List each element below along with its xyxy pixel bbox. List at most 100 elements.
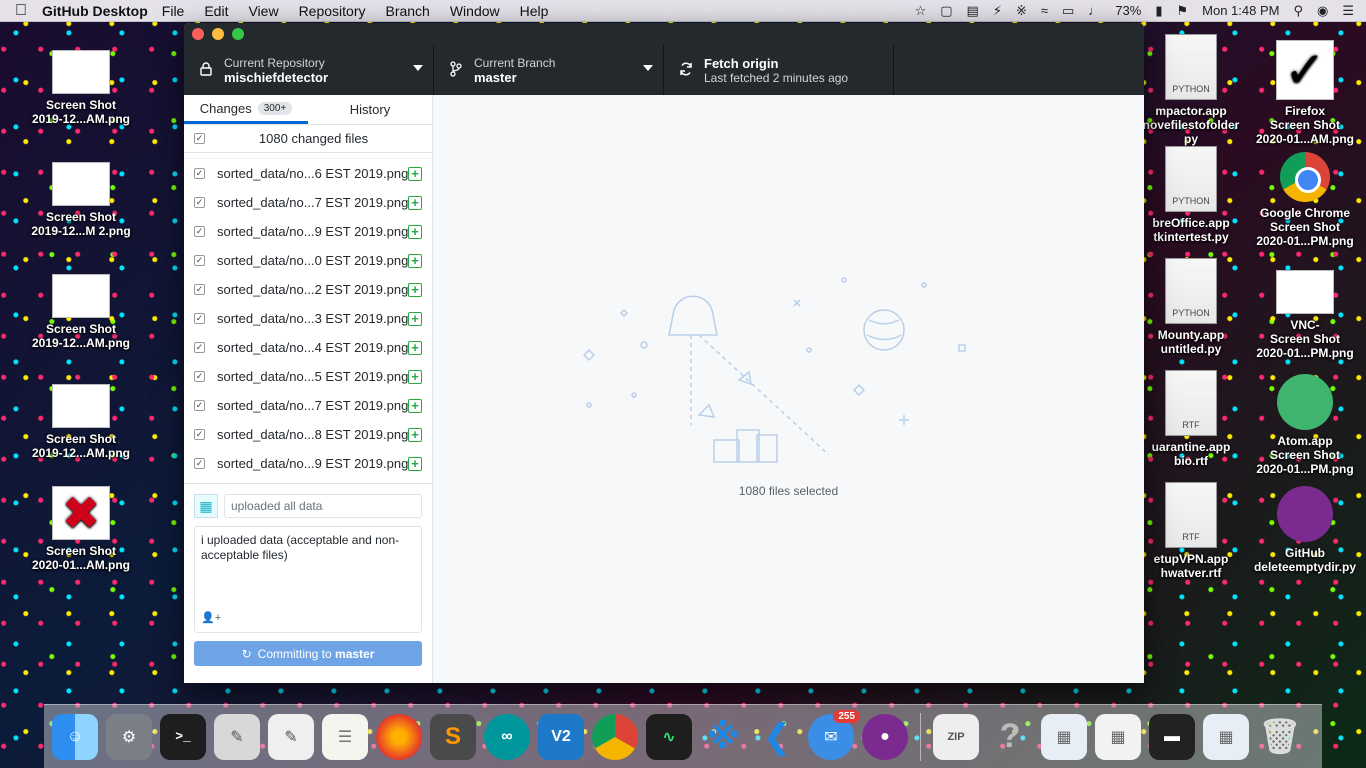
arduino-icon[interactable]: ∞: [484, 713, 530, 760]
menu-window[interactable]: Window: [450, 3, 500, 19]
box-icon[interactable]: ▢: [940, 3, 952, 19]
desktop-file[interactable]: Atom.app Screen Shot 2020-01...PM.png: [1250, 374, 1360, 476]
list-item[interactable]: ✓ sorted_data/no...9 EST 2019.png +: [184, 217, 432, 246]
question-mark-icon[interactable]: ?: [987, 714, 1033, 760]
zoom-window-button[interactable]: [232, 28, 244, 40]
list-item[interactable]: ✓ sorted_data/no...7 EST 2019.png +: [184, 391, 432, 420]
menu-repository[interactable]: Repository: [299, 3, 366, 19]
folder-stack-icon[interactable]: ▦: [1041, 713, 1087, 760]
github-desktop-icon[interactable]: ●: [862, 713, 908, 760]
file-checkbox[interactable]: ✓: [194, 313, 205, 324]
changed-files-list[interactable]: ✓ sorted_data/no...6 EST 2019.png + ✓ so…: [184, 153, 432, 483]
script-editor-icon[interactable]: ✎: [214, 713, 260, 760]
desktop-file[interactable]: Screen Shot 2019-12...AM.png: [26, 384, 136, 460]
battery-icon[interactable]: ▮: [1155, 3, 1162, 19]
textedit-icon[interactable]: ✎: [268, 713, 314, 760]
activity-monitor-icon[interactable]: ∿: [646, 713, 692, 760]
bolt-icon[interactable]: ⚡: [993, 3, 1002, 19]
mail-icon[interactable]: ✉ 255: [808, 709, 860, 760]
file-checkbox[interactable]: ✓: [194, 284, 205, 295]
desktop-file[interactable]: RTF uarantine.app bio.rtf: [1136, 370, 1246, 468]
file-checkbox[interactable]: ✓: [194, 197, 205, 208]
apple-menu-icon[interactable]: : [0, 2, 42, 20]
desktop-file[interactable]: Screen Shot 2019-12...AM.png: [26, 274, 136, 350]
menu-file[interactable]: File: [162, 3, 185, 19]
notes-icon[interactable]: ☰: [322, 713, 368, 760]
list-item[interactable]: ✓ sorted_data/no...3 EST 2019.png +: [184, 304, 432, 333]
vnc-viewer-icon[interactable]: V2: [538, 713, 584, 760]
tab-changes[interactable]: Changes 300+: [184, 95, 308, 124]
volume-icon[interactable]: ♩: [1088, 3, 1101, 18]
file-checkbox[interactable]: ✓: [194, 226, 205, 237]
bluetooth-icon[interactable]: ※: [700, 714, 746, 760]
chrome-icon[interactable]: [592, 713, 638, 760]
desktop-file[interactable]: Google Chrome Screen Shot 2020-01...PM.p…: [1250, 152, 1360, 248]
desktop-file[interactable]: PYTHON mpactor.app novefilestofolder py: [1136, 34, 1246, 146]
fetch-origin-button[interactable]: Fetch origin Last fetched 2 minutes ago: [664, 45, 894, 95]
desktop-file[interactable]: RTF etupVPN.app hwatver.rtf: [1136, 482, 1246, 580]
menu-edit[interactable]: Edit: [204, 3, 228, 19]
add-coauthor-icon[interactable]: 👤+: [201, 611, 221, 626]
minimize-window-button[interactable]: [212, 28, 224, 40]
system-preferences-icon[interactable]: ⚙: [106, 713, 152, 760]
list-item[interactable]: ✓ sorted_data/no...8 EST 2019.png +: [184, 420, 432, 449]
clock[interactable]: Mon 1:48 PM: [1202, 3, 1279, 18]
list-item[interactable]: ✓ sorted_data/no...2 EST 2019.png +: [184, 275, 432, 304]
added-file-icon: +: [408, 398, 422, 413]
desktop-file[interactable]: PYTHON Mounty.app untitled.py: [1136, 258, 1246, 356]
vscode-icon[interactable]: ❮: [754, 714, 800, 760]
tab-history[interactable]: History: [308, 95, 432, 124]
finder-icon[interactable]: ☺: [52, 713, 98, 760]
folder-stack-icon[interactable]: ▦: [1203, 713, 1249, 760]
app-menu[interactable]: GitHub Desktop: [42, 3, 148, 19]
list-item[interactable]: ✓ sorted_data/no...7 EST 2019.png +: [184, 188, 432, 217]
file-checkbox[interactable]: ✓: [194, 458, 205, 469]
file-checkbox[interactable]: ✓: [194, 429, 205, 440]
menu-view[interactable]: View: [248, 3, 278, 19]
airplay-icon[interactable]: ▭: [1062, 3, 1074, 19]
menu-help[interactable]: Help: [520, 3, 549, 19]
siri-icon[interactable]: ◉: [1317, 3, 1328, 19]
desktop-file[interactable]: GitHub deleteemptydir.py: [1250, 486, 1360, 574]
star-icon[interactable]: ☆: [915, 3, 927, 19]
added-file-icon: +: [408, 427, 422, 442]
menu-branch[interactable]: Branch: [385, 3, 429, 19]
desktop-file[interactable]: VNC- Screen Shot 2020-01...PM.png: [1250, 270, 1360, 360]
terminal-icon[interactable]: >_: [160, 713, 206, 760]
desktop-file[interactable]: Screen Shot 2019-12...M 2.png: [26, 162, 136, 238]
list-item[interactable]: ✓ sorted_data/no...5 EST 2019.png +: [184, 362, 432, 391]
desktop-file[interactable]: ✖ Screen Shot 2020-01...AM.png: [26, 486, 136, 572]
commit-description-field[interactable]: i uploaded data (acceptable and non-acce…: [194, 526, 422, 633]
folder-stack-icon[interactable]: ▦: [1095, 713, 1141, 760]
close-window-button[interactable]: [192, 28, 204, 40]
file-checkbox[interactable]: ✓: [194, 168, 205, 179]
list-item[interactable]: ✓ sorted_data/no...0 EST 2019.png +: [184, 246, 432, 275]
file-checkbox[interactable]: ✓: [194, 255, 205, 266]
zip-file-icon[interactable]: ZIP: [933, 713, 979, 760]
wifi-icon[interactable]: ≈: [1041, 3, 1048, 18]
notification-center-icon[interactable]: ☰: [1342, 3, 1354, 19]
commit-button[interactable]: ↻ Committing to master: [194, 641, 422, 666]
firefox-icon[interactable]: [376, 713, 422, 760]
current-repository-button[interactable]: Current Repository mischiefdetector: [184, 45, 434, 95]
file-checkbox[interactable]: ✓: [194, 342, 205, 353]
bluetooth-icon[interactable]: ※: [1016, 3, 1027, 19]
list-item[interactable]: ✓ sorted_data/no...9 EST 2019.png +: [184, 449, 432, 478]
current-branch-button[interactable]: Current Branch master: [434, 45, 664, 95]
sublime-text-icon[interactable]: S: [430, 713, 476, 760]
file-checkbox[interactable]: ✓: [194, 400, 205, 411]
spotlight-search-icon[interactable]: ⚲: [1293, 3, 1303, 19]
flag-icon[interactable]: ⚑: [1176, 3, 1188, 19]
select-all-checkbox[interactable]: ✓: [194, 133, 205, 144]
desktop-file[interactable]: ✓ Firefox Screen Shot 2020-01...AM.png: [1250, 40, 1360, 146]
commit-summary-input[interactable]: [224, 494, 422, 518]
list-item[interactable]: ✓ sorted_data/no...4 EST 2019.png +: [184, 333, 432, 362]
trash-icon[interactable]: 🗑: [1257, 714, 1303, 760]
desktop-file[interactable]: Screen Shot 2019-12...AM.png: [26, 50, 136, 126]
file-checkbox[interactable]: ✓: [194, 371, 205, 382]
drive-icon[interactable]: ▤: [967, 3, 979, 19]
desktop-file[interactable]: PYTHON breOffice.app tkintertest.py: [1136, 146, 1246, 244]
list-item[interactable]: ✓ sorted_data/no...6 EST 2019.png +: [184, 159, 432, 188]
battery-percent[interactable]: 73%: [1115, 3, 1141, 18]
folder-stack-icon[interactable]: ▬: [1149, 713, 1195, 760]
